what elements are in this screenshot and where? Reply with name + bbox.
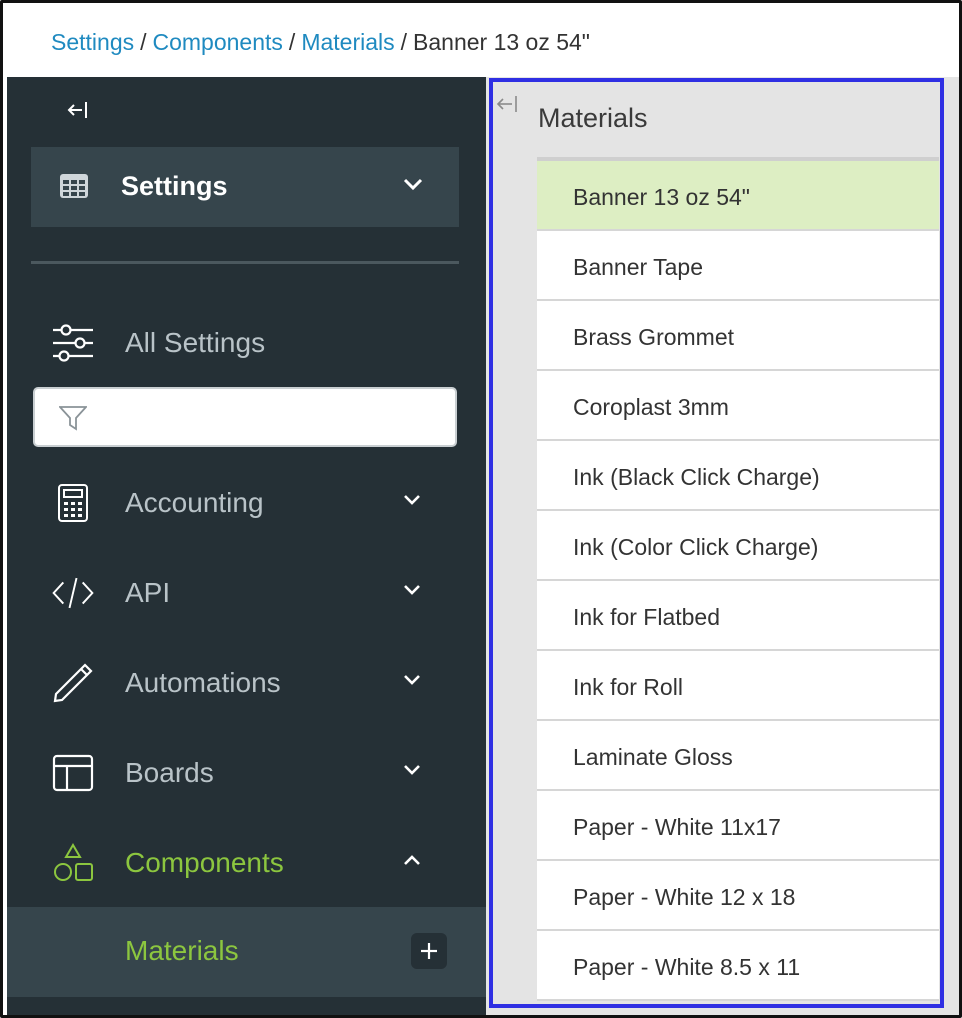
- breadcrumb-current: Banner 13 oz 54": [413, 29, 590, 55]
- filter-input[interactable]: [97, 399, 437, 435]
- list-item[interactable]: Banner Tape: [537, 231, 939, 301]
- list-item[interactable]: Banner 13 oz 54": [537, 161, 939, 231]
- breadcrumb-separator: /: [140, 29, 147, 55]
- chevron-down-icon: [403, 763, 421, 781]
- list-item-label: Coroplast 3mm: [573, 394, 729, 420]
- sidebar-item-boards[interactable]: Boards: [7, 737, 486, 807]
- sidebar-item-all-settings[interactable]: All Settings: [7, 307, 486, 377]
- layout-icon: [51, 751, 95, 795]
- list-item[interactable]: Ink (Black Click Charge): [537, 441, 939, 511]
- list-item-label: Paper - White 12 x 18: [573, 884, 796, 910]
- collapse-panel-icon[interactable]: [496, 95, 518, 118]
- sidebar-item-label: API: [125, 577, 171, 608]
- grid-icon: [59, 173, 89, 204]
- list-item-label: Banner 13 oz 54": [573, 184, 750, 210]
- list-item[interactable]: Ink for Roll: [537, 651, 939, 721]
- sidebar-item-label: Components: [125, 847, 284, 878]
- sidebar-item-label: Boards: [125, 757, 214, 788]
- plus-icon: [421, 943, 437, 959]
- sidebar-item-automations[interactable]: Automations: [7, 647, 486, 717]
- collapse-sidebar-icon[interactable]: [65, 97, 91, 123]
- list-item-label: Ink for Roll: [573, 674, 683, 700]
- list-item-label: Banner Tape: [573, 254, 704, 280]
- chevron-up-icon: [403, 853, 421, 871]
- calculator-icon: [51, 481, 95, 525]
- list-item[interactable]: Laminate Gloss: [537, 721, 939, 791]
- list-item[interactable]: Brass Grommet: [537, 301, 939, 371]
- sidebar-filter-field[interactable]: [33, 387, 457, 447]
- settings-header[interactable]: Settings: [31, 147, 459, 227]
- list-item-label: Ink (Color Click Charge): [573, 534, 819, 560]
- breadcrumb: Settings / Components / Materials / Banner 13 …: [51, 29, 590, 56]
- sidebar-item-accounting[interactable]: Accounting: [7, 467, 486, 537]
- materials-panel: Materials Banner 13 oz 54" Banner Tape B…: [486, 77, 959, 1015]
- list-item[interactable]: Ink for Flatbed: [537, 581, 939, 651]
- pen-icon: [51, 661, 95, 705]
- code-icon: [51, 571, 95, 615]
- sidebar-item-label: Automations: [125, 667, 281, 698]
- settings-header-label: Settings: [121, 171, 228, 201]
- panel-title: Materials: [538, 103, 648, 133]
- list-item-label: Paper - White 8.5 x 11: [573, 954, 801, 980]
- filter-icon: [57, 405, 89, 436]
- list-item[interactable]: Paper - White 11x17: [537, 791, 939, 861]
- breadcrumb-separator: /: [400, 29, 408, 55]
- sidebar-item-label: Accounting: [125, 487, 264, 518]
- add-material-button[interactable]: [411, 933, 447, 969]
- list-item-label: Paper - White 11x17: [573, 814, 781, 840]
- sliders-icon: [51, 321, 95, 365]
- app-window: Settings / Components / Materials / Banner 13 …: [0, 0, 962, 1018]
- sidebar-subitem-label: Materials: [125, 935, 239, 966]
- sidebar: Settings All Settings Accounting API Aut…: [7, 77, 486, 1015]
- sidebar-subitem-materials[interactable]: Materials: [7, 907, 486, 997]
- chevron-down-icon: [403, 583, 421, 601]
- list-item[interactable]: Paper - White 12 x 18: [537, 861, 939, 931]
- chevron-down-icon: [403, 673, 421, 691]
- sidebar-item-label: All Settings: [125, 327, 266, 358]
- list-item-label: Ink (Black Click Charge): [573, 464, 820, 490]
- chevron-down-icon: [403, 493, 421, 511]
- list-item-label: Ink for Flatbed: [573, 604, 721, 630]
- materials-list: Banner 13 oz 54" Banner Tape Brass Gromm…: [537, 157, 939, 1001]
- list-item-label: Brass Grommet: [573, 324, 735, 350]
- list-item[interactable]: Ink (Color Click Charge): [537, 511, 939, 581]
- list-item-label: Laminate Gloss: [573, 744, 733, 770]
- breadcrumb-link-components[interactable]: Components: [153, 29, 283, 55]
- breadcrumb-separator: /: [288, 29, 296, 55]
- sidebar-item-api[interactable]: API: [7, 557, 486, 627]
- breadcrumb-link-settings[interactable]: Settings: [51, 29, 134, 55]
- sidebar-item-components[interactable]: Components: [7, 827, 486, 897]
- list-item[interactable]: Coroplast 3mm: [537, 371, 939, 441]
- shapes-icon: [51, 841, 95, 885]
- breadcrumb-link-materials[interactable]: Materials: [301, 29, 394, 55]
- list-item[interactable]: Paper - White 8.5 x 11: [537, 931, 939, 1001]
- sidebar-divider: [31, 261, 459, 264]
- chevron-down-icon: [403, 177, 423, 196]
